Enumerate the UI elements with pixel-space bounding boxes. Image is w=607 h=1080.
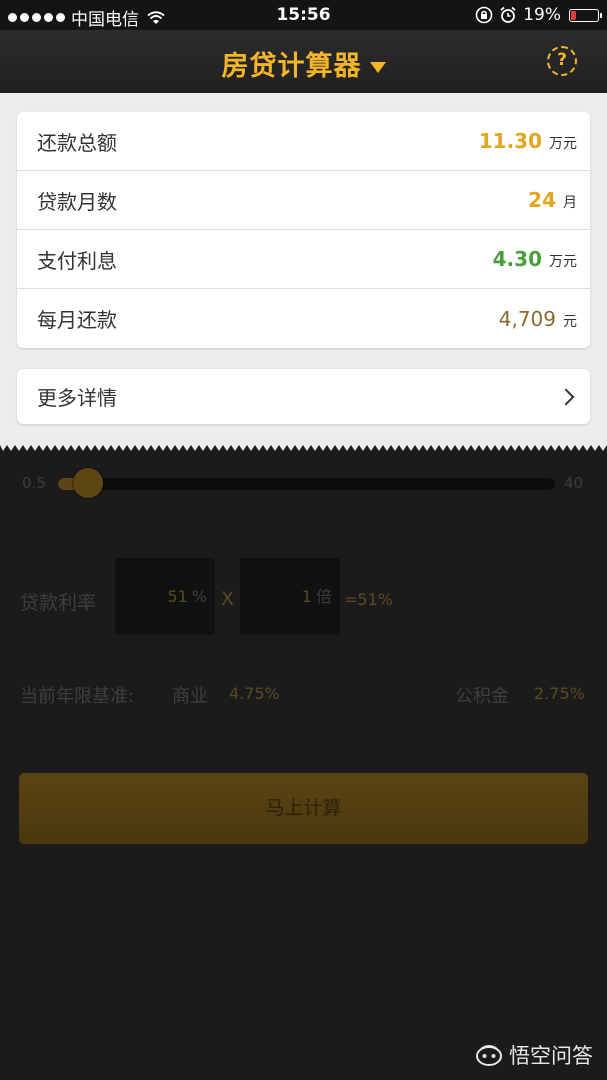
slider-max-label: 40: [564, 474, 584, 492]
result-row-total-repayment: 还款总额 11.30 万元: [17, 112, 590, 171]
result-unit: 月: [563, 195, 577, 211]
result-value: 4.30: [492, 247, 542, 271]
result-label: 每月还款: [37, 308, 117, 332]
fund-rate: 2.75%: [534, 684, 585, 703]
result-unit: 万元: [549, 136, 577, 152]
fund-label: 公积金: [455, 686, 509, 707]
result-row-monthly-payment: 每月还款 4,709 元: [17, 289, 590, 348]
commercial-label: 商业: [172, 686, 208, 707]
multiply-sign: X: [221, 588, 235, 610]
multiplier-unit: 倍: [315, 587, 332, 606]
result-value: 11.30: [478, 129, 542, 153]
commercial-rate: 4.75%: [229, 684, 280, 703]
result-label: 贷款月数: [37, 189, 117, 214]
battery-icon: [569, 8, 602, 22]
navigation-bar: 房贷计算器 ?: [0, 30, 607, 93]
loan-rate-label: 贷款利率: [20, 592, 97, 614]
rate-input[interactable]: 51%: [115, 558, 215, 635]
result-value: 4,709: [498, 306, 556, 331]
battery-percent: 19%: [523, 5, 561, 25]
slider-handle[interactable]: [72, 468, 103, 498]
loan-term-slider[interactable]: [58, 478, 555, 490]
multiplier-value: 1: [301, 587, 312, 606]
orientation-lock-icon: [475, 6, 493, 24]
page-title: 房贷计算器: [221, 51, 362, 82]
result-sheet: 还款总额 11.30 万元 贷款月数 24 月 支付利息 4.30 万元 每月还…: [0, 93, 607, 445]
result-row-interest-paid: 支付利息 4.30 万元: [17, 230, 590, 289]
watermark-text: 悟空问答: [509, 1044, 593, 1068]
result-label: 支付利息: [37, 248, 117, 273]
result-unit: 万元: [549, 254, 577, 270]
calculate-button[interactable]: 马上计算: [19, 773, 588, 844]
result-label: 还款总额: [37, 130, 117, 155]
dropdown-caret-icon: [369, 62, 386, 73]
result-row-loan-months: 贷款月数 24 月: [17, 171, 590, 230]
base-rate-label: 当前年限基准:: [20, 686, 135, 707]
alarm-icon: [500, 6, 516, 23]
help-button[interactable]: ?: [547, 46, 577, 76]
rate-result: =51%: [344, 590, 393, 609]
sheet-torn-edge: [0, 437, 607, 451]
result-value: 24: [528, 188, 556, 212]
more-details-button[interactable]: 更多详情: [17, 369, 590, 424]
result-unit: 元: [563, 313, 577, 330]
wukong-logo-icon: [476, 1045, 502, 1066]
rate-value: 51: [167, 587, 188, 606]
multiplier-input[interactable]: 1倍: [240, 558, 340, 635]
more-details-label: 更多详情: [37, 386, 117, 410]
calculator-selector[interactable]: 房贷计算器: [0, 44, 607, 83]
status-bar: 中国电信 15:56 19%: [0, 0, 607, 30]
slider-min-label: 0.5: [22, 474, 46, 492]
rate-unit: %: [191, 587, 207, 606]
battery-fill: [571, 10, 576, 20]
results-card: 还款总额 11.30 万元 贷款月数 24 月 支付利息 4.30 万元 每月还…: [17, 112, 590, 348]
chevron-right-icon: [557, 388, 575, 405]
watermark: 悟空问答: [475, 1040, 593, 1070]
